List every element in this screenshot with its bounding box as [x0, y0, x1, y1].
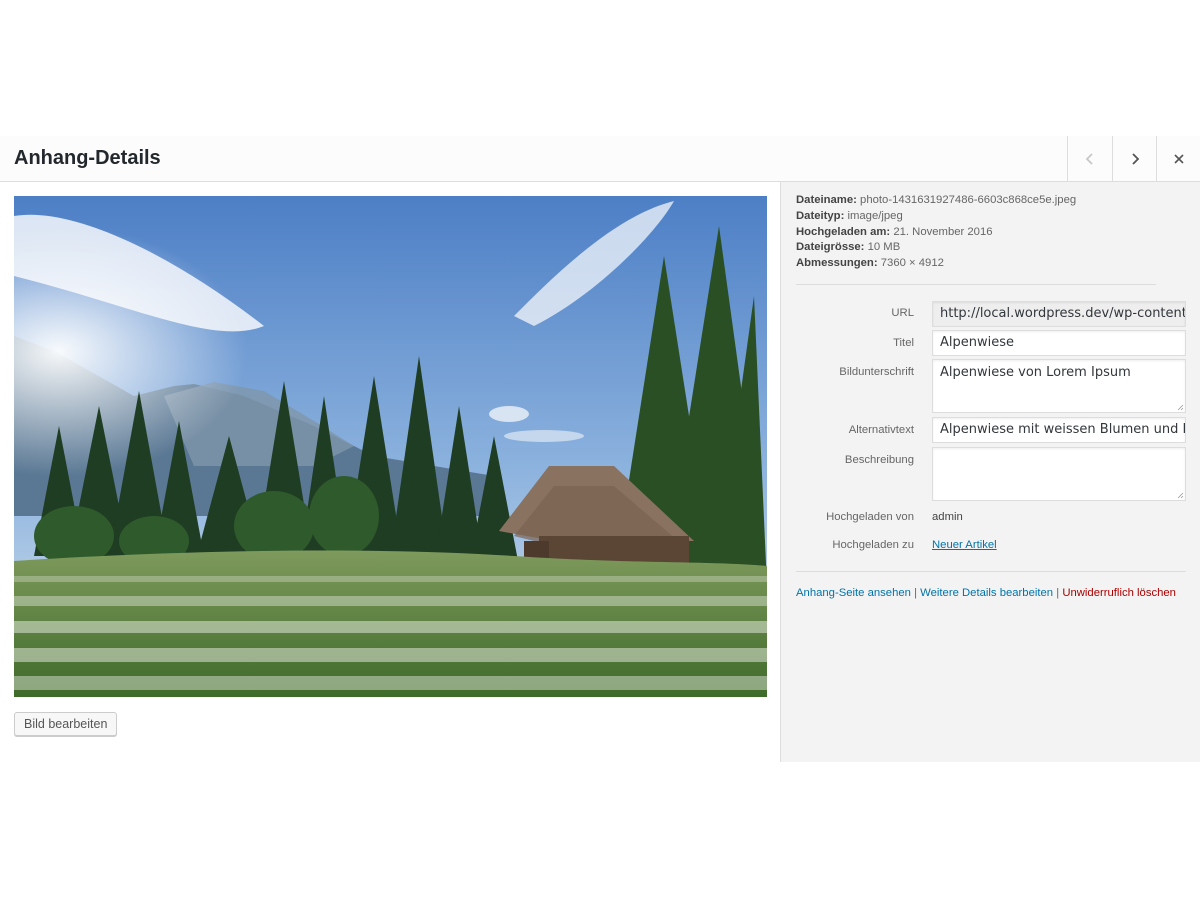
dimensions-row: Abmessungen: 7360 × 4912	[796, 256, 1076, 272]
close-modal-button[interactable]	[1156, 136, 1200, 181]
resize-grip-icon[interactable]	[1177, 492, 1184, 499]
filename-label: Dateiname:	[796, 194, 857, 206]
caption-label: Bildunterschrift	[839, 366, 914, 378]
caption-text: Alpenwiese von Lorem Ipsum	[940, 365, 1131, 380]
filename-value: photo-1431631927486-6603c868ce5e.jpeg	[860, 194, 1077, 206]
url-label: URL	[891, 307, 914, 319]
edit-more-details-link[interactable]: Weitere Details bearbeiten	[920, 587, 1053, 599]
chevron-left-icon	[1085, 152, 1093, 165]
uploaded-on-row: Hochgeladen am: 21. November 2016	[796, 225, 1076, 241]
filetype-label: Dateityp:	[796, 209, 845, 222]
chevron-right-icon	[1132, 152, 1140, 165]
dimensions-label: Abmessungen:	[796, 257, 878, 270]
close-icon	[1174, 153, 1184, 164]
attachment-actions: Anhang-Seite ansehen | Weitere Details b…	[796, 587, 1176, 599]
filetype-value: image/jpeg	[847, 209, 903, 222]
filesize-row: Dateigrösse: 10 MB	[796, 240, 1076, 256]
attachment-details-modal: Anhang-Details Bild bearbeiten Dateiname…	[0, 136, 1200, 762]
title-field[interactable]: Alpenwiese	[932, 330, 1186, 356]
details-divider	[796, 284, 1156, 285]
alt-text-field[interactable]: Alpenwiese mit weissen Blumen und Holz	[932, 417, 1186, 443]
filesize-label: Dateigrösse:	[796, 241, 865, 254]
url-field[interactable]: http://local.wordpress.dev/wp-content/up	[932, 301, 1186, 327]
title-label: Titel	[893, 337, 914, 349]
action-separator: |	[1056, 587, 1060, 599]
modal-title: Anhang-Details	[14, 147, 161, 169]
description-field[interactable]	[932, 447, 1186, 501]
delete-permanently-link[interactable]: Unwiderruflich löschen	[1062, 587, 1176, 599]
attachment-image	[14, 196, 767, 697]
attachment-media-view: Bild bearbeiten	[0, 182, 780, 762]
caption-field[interactable]: Alpenwiese von Lorem Ipsum	[932, 359, 1186, 413]
filesize-value: 10 MB	[867, 241, 901, 254]
description-label: Beschreibung	[844, 454, 914, 466]
modal-header: Anhang-Details	[0, 136, 1200, 182]
attachment-info-sidebar: Dateiname: photo-1431631927486-6603c868c…	[780, 182, 1200, 762]
action-separator: |	[914, 587, 918, 599]
uploaded-to-link[interactable]: Neuer Artikel	[932, 539, 997, 551]
previous-attachment-button[interactable]	[1067, 136, 1112, 181]
alt-text-label: Alternativtext	[848, 424, 914, 436]
filetype-row: Dateityp: image/jpeg	[796, 209, 1076, 225]
actions-divider	[796, 571, 1186, 572]
edit-image-button[interactable]: Bild bearbeiten	[14, 712, 118, 736]
filename-row: Dateiname: photo-1431631927486-6603c868c…	[796, 193, 1076, 209]
uploaded-by-value: admin	[932, 511, 963, 523]
resize-grip-icon[interactable]	[1177, 404, 1184, 411]
uploaded-to-label: Hochgeladen zu	[832, 539, 914, 551]
file-details: Dateiname: photo-1431631927486-6603c868c…	[796, 193, 1076, 272]
uploaded-on-label: Hochgeladen am:	[796, 225, 891, 238]
dimensions-value: 7360 × 4912	[880, 257, 944, 270]
uploaded-by-label: Hochgeladen von	[826, 511, 914, 523]
uploaded-on-value: 21. November 2016	[893, 225, 993, 238]
view-attachment-page-link[interactable]: Anhang-Seite ansehen	[796, 587, 911, 599]
next-attachment-button[interactable]	[1112, 136, 1157, 181]
landscape-photo	[14, 196, 767, 697]
